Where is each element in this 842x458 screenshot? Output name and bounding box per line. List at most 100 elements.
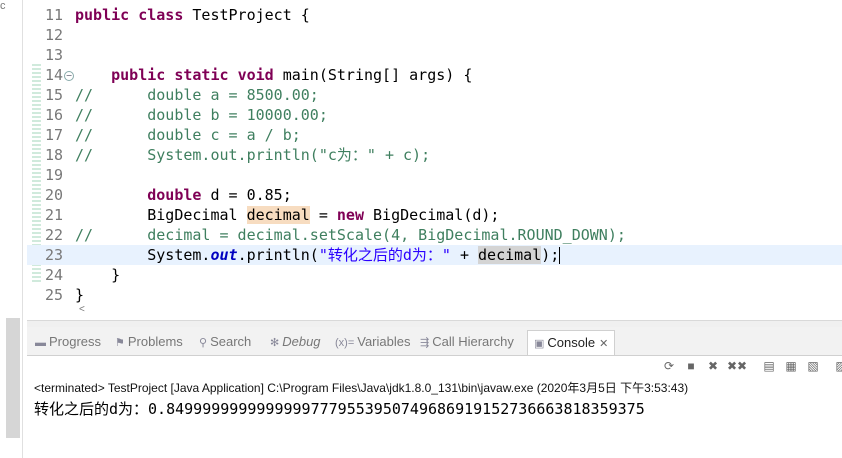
code-token: out: [210, 246, 238, 264]
code-line[interactable]: 22// decimal = decimal.setScale(4, BigDe…: [27, 225, 842, 245]
code-text: }: [75, 285, 84, 305]
code-line[interactable]: 13: [27, 45, 842, 65]
code-line[interactable]: 12: [27, 25, 842, 45]
code-token: // decimal = decimal.setScale(4, BigDeci…: [75, 226, 626, 244]
code-line[interactable]: 19: [27, 165, 842, 185]
code-token: }: [75, 266, 121, 284]
fold-collapse-icon[interactable]: −: [64, 71, 74, 81]
tab-label: Progress: [49, 334, 102, 349]
clear-console-icon[interactable]: ▤: [761, 358, 777, 374]
code-token: +: [450, 246, 479, 264]
tab-label: Call Hierarchy: [432, 334, 514, 349]
tab-debug[interactable]: ✻ Debug: [270, 333, 321, 351]
code-text: // double a = 8500.00;: [75, 85, 319, 105]
tab-search[interactable]: ⚲ Search: [199, 333, 251, 351]
code-token: new: [336, 206, 364, 224]
code-token: // double c = a / b;: [75, 126, 301, 144]
code-line[interactable]: 23 System.out.println("转化之后的d为：" + decim…: [27, 245, 842, 265]
tab-call-hierarchy[interactable]: ⇶ Call Hierarchy: [420, 333, 514, 351]
scroll-lock-icon[interactable]: ▦: [783, 358, 799, 374]
line-number: 12: [45, 26, 64, 44]
terminate-icon[interactable]: ■: [683, 358, 699, 374]
code-token: .println(: [237, 246, 319, 264]
code-token: // double a = 8500.00;: [75, 86, 319, 104]
code-token: decimal: [246, 206, 310, 224]
code-token: "转化之后的d为：": [318, 246, 451, 264]
panel-sash[interactable]: [27, 320, 842, 327]
tab-label: Search: [210, 334, 252, 349]
code-line[interactable]: 17// double c = a / b;: [27, 125, 842, 145]
scroll-left-arrow-icon[interactable]: <: [79, 304, 85, 315]
close-icon[interactable]: ✕: [599, 338, 608, 350]
code-token: decimal: [478, 246, 542, 264]
code-line[interactable]: 24 }: [27, 265, 842, 285]
code-token: TestProject {: [183, 6, 310, 24]
panel-tab-bar: ▬ Progress ⚑ Problems ⚲ Search ✻ Debug (x)= Varia…: [27, 327, 842, 356]
code-token: main(String[] args) {: [273, 66, 473, 84]
code-text: public class TestProject {: [75, 5, 310, 25]
console-output: 转化之后的d为：0.849999999999999977795539507496…: [34, 400, 645, 418]
text-caret: [559, 247, 561, 264]
code-text: // System.out.println("c为：" + c);: [75, 145, 430, 165]
search-icon: ⚲: [199, 337, 208, 349]
code-line[interactable]: 21 BigDecimal decimal = new BigDecimal(d…: [27, 205, 842, 225]
word-wrap-icon[interactable]: ▧: [805, 358, 821, 374]
tab-label: Variables: [357, 334, 411, 349]
code-token: static: [174, 66, 229, 84]
code-line[interactable]: 14− public static void main(String[] arg…: [27, 65, 842, 85]
code-line[interactable]: 11 public class TestProject {: [27, 5, 842, 25]
tab-label: Problems: [127, 334, 183, 349]
remove-all-launches-icon[interactable]: ✖✖: [727, 358, 747, 374]
code-line[interactable]: 15// double a = 8500.00;: [27, 85, 842, 105]
console-launch-header: <terminated> TestProject [Java Applicati…: [34, 381, 689, 395]
line-number: 19: [45, 166, 64, 184]
code-editor[interactable]: < 11 public class TestProject {12 13 14− pu…: [27, 0, 842, 320]
code-text: // double b = 10000.00;: [75, 105, 328, 125]
truncated-label: c: [0, 0, 6, 12]
code-text: System.out.println("转化之后的d为：" + decimal)…: [75, 245, 561, 265]
code-token: public: [111, 66, 166, 84]
code-text: // double c = a / b;: [75, 125, 301, 145]
display-console-icon[interactable]: ▨: [833, 358, 842, 374]
line-number: 13: [45, 46, 64, 64]
code-token: // double b = 10000.00;: [75, 106, 328, 124]
code-token: );: [541, 246, 560, 264]
code-token: System.: [75, 246, 211, 264]
code-line[interactable]: 25}: [27, 285, 842, 305]
code-token: }: [75, 286, 85, 304]
code-line[interactable]: 18// System.out.println("c为：" + c);: [27, 145, 842, 165]
tab-variables[interactable]: (x)= Variables: [335, 333, 410, 351]
code-text: public static void main(String[] args) {: [75, 65, 472, 85]
code-line[interactable]: 16// double b = 10000.00;: [27, 105, 842, 125]
progress-icon: ▬: [35, 337, 46, 349]
code-text: double d = 0.85;: [75, 185, 292, 205]
code-token: void: [237, 66, 274, 84]
console-icon: ▣: [534, 338, 545, 350]
tab-label: Debug: [282, 334, 321, 349]
code-text: }: [75, 265, 120, 285]
package-explorer-edge: c: [0, 0, 23, 458]
tab-progress[interactable]: ▬ Progress: [35, 333, 101, 351]
tab-console[interactable]: ▣ Console ✕: [527, 330, 616, 355]
remove-launch-icon[interactable]: ✖: [705, 358, 721, 374]
call-hierarchy-icon: ⇶: [420, 337, 430, 349]
pin-console-icon[interactable]: ⟳: [661, 358, 677, 374]
code-text: BigDecimal decimal = new BigDecimal(d);: [75, 205, 499, 225]
code-token: =: [309, 206, 337, 224]
code-token: class: [138, 6, 184, 24]
code-line[interactable]: 20 double d = 0.85;: [27, 185, 842, 205]
code-text: // decimal = decimal.setScale(4, BigDeci…: [75, 225, 626, 245]
left-scrollbar[interactable]: [6, 318, 20, 438]
problems-icon: ⚑: [115, 337, 125, 349]
code-token: // System.out.println("c为：" + c);: [75, 146, 431, 164]
tab-problems[interactable]: ⚑ Problems: [115, 333, 183, 351]
code-token: public: [75, 6, 130, 24]
variables-icon: (x)=: [335, 337, 355, 349]
code-token: double: [147, 186, 202, 204]
bottom-panel: ▬ Progress ⚑ Problems ⚲ Search ✻ Debug (x)= Varia…: [27, 327, 842, 458]
